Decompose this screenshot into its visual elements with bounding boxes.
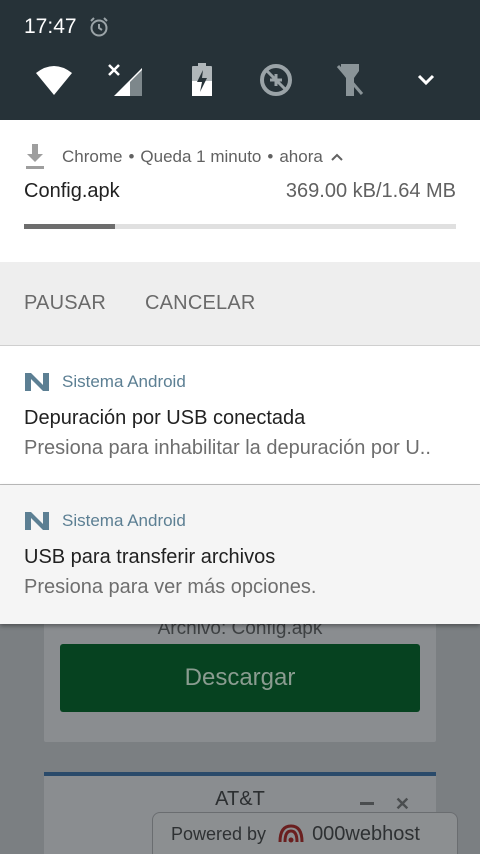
webhost-logo-icon — [276, 822, 306, 846]
expand-chevron-icon[interactable] — [406, 60, 446, 100]
progress-fill — [24, 224, 115, 229]
notification-title: Depuración por USB conectada — [24, 407, 306, 429]
android-n-icon — [24, 372, 50, 392]
download-icon — [24, 144, 46, 170]
data-saver-off-icon[interactable] — [256, 60, 296, 100]
collapse-chevron-icon[interactable] — [331, 153, 343, 161]
notification-header: Sistema Android — [24, 372, 186, 392]
notification-header: Chrome • Queda 1 minuto • ahora — [24, 144, 343, 170]
minimize-icon[interactable] — [360, 802, 374, 805]
quick-settings-panel: 17:47 — [0, 0, 480, 120]
powered-by-text: Powered by — [171, 823, 267, 844]
webhost-brand: 000webhost — [312, 822, 420, 845]
powered-by-badge[interactable]: Powered by 000webhost — [152, 812, 458, 854]
wifi-icon[interactable] — [34, 60, 74, 100]
download-button[interactable]: Descargar — [60, 644, 420, 712]
usb-transfer-notification[interactable]: Sistema Android USB para transferir arch… — [0, 485, 480, 624]
battery-charging-icon[interactable] — [182, 60, 222, 100]
download-size: 369.00 kB/1.64 MB — [285, 180, 456, 202]
file-name: Config.apk — [24, 180, 120, 202]
remaining-time: Queda 1 minuto — [140, 147, 262, 166]
cancel-button[interactable]: CANCELAR — [145, 292, 256, 315]
notification-time: ahora — [279, 147, 323, 166]
flashlight-off-icon[interactable] — [330, 60, 370, 100]
notification-title: USB para transferir archivos — [24, 546, 276, 568]
android-n-icon — [24, 511, 50, 531]
app-name: Chrome — [62, 147, 123, 166]
cellular-no-data-icon[interactable] — [106, 60, 146, 100]
alarm-icon — [88, 16, 110, 38]
download-notification[interactable]: Chrome • Queda 1 minuto • ahora Config.a… — [0, 120, 480, 262]
notification-text: Presiona para inhabilitar la depuración … — [24, 437, 431, 459]
clock: 17:47 — [24, 15, 77, 38]
pause-button[interactable]: PAUSAR — [24, 292, 106, 315]
carrier-name: AT&T — [215, 788, 265, 810]
notification-actions: PAUSAR CANCELAR — [0, 262, 480, 346]
notification-text: Presiona para ver más opciones. — [24, 576, 317, 598]
notification-header: Sistema Android — [24, 511, 186, 531]
download-progress-bar — [24, 224, 456, 229]
app-name: Sistema Android — [62, 511, 186, 530]
app-name: Sistema Android — [62, 372, 186, 391]
usb-debugging-notification[interactable]: Sistema Android Depuración por USB conec… — [0, 346, 480, 485]
